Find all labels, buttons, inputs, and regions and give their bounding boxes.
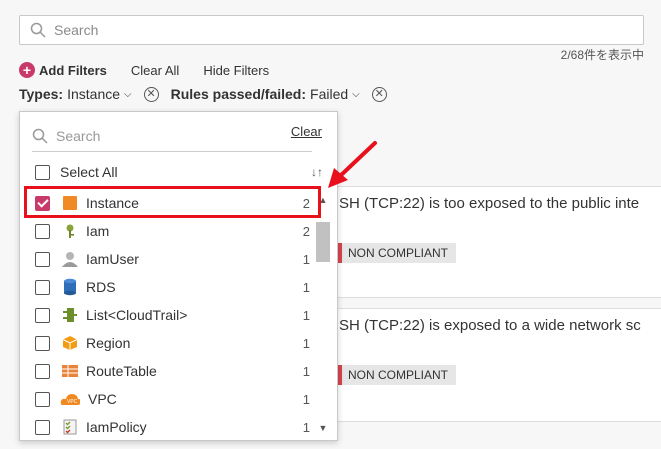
database-icon bbox=[60, 278, 80, 296]
result-card[interactable]: SH (TCP:22) is exposed to a wide network… bbox=[320, 308, 661, 422]
type-option-list-cloudtrail[interactable]: List<CloudTrail> 1 bbox=[20, 301, 316, 329]
card-title: SH (TCP:22) is too exposed to the public… bbox=[339, 195, 640, 212]
chevron-down-icon: ⌵ bbox=[124, 88, 132, 100]
scroll-down-icon[interactable]: ▼ bbox=[316, 422, 330, 434]
key-icon bbox=[60, 223, 80, 239]
types-filter-chip[interactable]: Types: Instance ⌵ bbox=[19, 86, 132, 102]
search-icon bbox=[30, 22, 46, 38]
annotation-arrow-icon bbox=[328, 141, 377, 188]
type-option-rds[interactable]: RDS 1 bbox=[20, 273, 316, 301]
option-count: 2 bbox=[302, 195, 310, 211]
type-option-routetable[interactable]: RouteTable 1 bbox=[20, 357, 316, 385]
checkbox[interactable] bbox=[35, 363, 50, 379]
select-all-checkbox[interactable] bbox=[35, 164, 50, 180]
option-label: Instance bbox=[86, 195, 139, 211]
types-filter-dropdown: Search Clear Select All ↓↑ Instance 2 Ia… bbox=[19, 111, 338, 441]
option-label: VPC bbox=[88, 391, 117, 407]
type-option-iampolicy[interactable]: IamPolicy 1 bbox=[20, 413, 316, 441]
option-count: 1 bbox=[302, 279, 310, 295]
status-badge: NON COMPLIANT bbox=[337, 243, 457, 263]
option-count: 1 bbox=[302, 307, 310, 323]
checkbox[interactable] bbox=[35, 391, 50, 407]
scroll-thumb[interactable] bbox=[316, 222, 330, 262]
select-all-label: Select All bbox=[60, 164, 118, 180]
active-filters: Types: Instance ⌵ ✕ Rules passed/failed:… bbox=[19, 86, 399, 102]
type-option-list: Instance 2 Iam 2 IamUser 1 RDS 1 List<Cl… bbox=[20, 189, 316, 441]
option-count: 1 bbox=[302, 251, 310, 267]
chip-label: Rules passed/failed: bbox=[170, 86, 307, 102]
policy-icon bbox=[60, 419, 80, 435]
vpc-icon: VPC bbox=[60, 391, 80, 407]
option-label: IamPolicy bbox=[86, 419, 147, 435]
chip-value: Instance bbox=[67, 86, 121, 102]
option-count: 1 bbox=[302, 391, 310, 407]
plus-icon: + bbox=[19, 62, 35, 78]
option-label: Region bbox=[86, 335, 131, 351]
option-label: RDS bbox=[86, 279, 116, 295]
card-title: SH (TCP:22) is exposed to a wide network… bbox=[339, 317, 641, 334]
result-card[interactable]: SH (TCP:22) is too exposed to the public… bbox=[320, 186, 661, 298]
rules-filter-chip[interactable]: Rules passed/failed: Failed ⌵ bbox=[171, 86, 360, 102]
option-count: 1 bbox=[302, 363, 310, 379]
dropdown-clear-button[interactable]: Clear bbox=[291, 124, 322, 139]
checkbox[interactable] bbox=[35, 279, 50, 295]
dropdown-search-input[interactable]: Search bbox=[32, 120, 312, 152]
clear-all-button[interactable]: Clear All bbox=[131, 63, 179, 78]
checkbox[interactable] bbox=[35, 223, 50, 239]
checkbox[interactable] bbox=[35, 335, 50, 351]
checkbox[interactable] bbox=[35, 251, 50, 267]
chevron-down-icon: ⌵ bbox=[352, 88, 360, 100]
option-count: 1 bbox=[302, 335, 310, 351]
option-label: List<CloudTrail> bbox=[86, 307, 188, 323]
status-label: NON COMPLIANT bbox=[348, 246, 449, 260]
region-icon bbox=[60, 335, 80, 351]
option-label: Iam bbox=[86, 223, 110, 239]
option-count: 2 bbox=[302, 223, 310, 239]
dropdown-scrollbar[interactable]: ▲ ▼ bbox=[316, 194, 330, 434]
user-icon bbox=[60, 251, 80, 267]
route-table-icon bbox=[60, 363, 80, 379]
option-label: RouteTable bbox=[86, 363, 157, 379]
add-filters-label: Add Filters bbox=[39, 62, 107, 78]
checkbox[interactable] bbox=[35, 419, 50, 435]
hide-filters-button[interactable]: Hide Filters bbox=[203, 63, 269, 78]
remove-types-filter-icon[interactable]: ✕ bbox=[143, 86, 159, 102]
results-count: 2/68件を表示中 bbox=[560, 48, 644, 62]
checkbox[interactable] bbox=[35, 195, 50, 211]
type-option-instance[interactable]: Instance 2 bbox=[20, 189, 316, 217]
type-option-region[interactable]: Region 1 bbox=[20, 329, 316, 357]
chip-label: Types: bbox=[19, 86, 64, 102]
select-all-option[interactable]: Select All bbox=[35, 164, 118, 180]
cloudtrail-icon bbox=[60, 307, 80, 323]
checkbox[interactable] bbox=[35, 307, 50, 323]
status-badge: NON COMPLIANT bbox=[337, 365, 457, 385]
svg-text:VPC: VPC bbox=[67, 399, 78, 405]
search-placeholder: Search bbox=[54, 22, 99, 38]
option-label: IamUser bbox=[86, 251, 139, 267]
scroll-up-icon[interactable]: ▲ bbox=[316, 194, 330, 206]
filter-actions: + Add Filters Clear All Hide Filters bbox=[19, 62, 269, 78]
type-option-iam[interactable]: Iam 2 bbox=[20, 217, 316, 245]
dropdown-search-placeholder: Search bbox=[56, 127, 101, 144]
status-label: NON COMPLIANT bbox=[348, 368, 449, 382]
option-count: 1 bbox=[302, 419, 310, 435]
remove-rules-filter-icon[interactable]: ✕ bbox=[371, 86, 387, 102]
type-option-vpc[interactable]: VPC VPC 1 bbox=[20, 385, 316, 413]
search-input[interactable]: Search bbox=[19, 15, 644, 45]
instance-icon bbox=[60, 195, 80, 211]
type-option-iamuser[interactable]: IamUser 1 bbox=[20, 245, 316, 273]
chip-value: Failed bbox=[310, 86, 349, 102]
add-filters-button[interactable]: + Add Filters bbox=[19, 62, 107, 78]
search-icon bbox=[32, 128, 48, 144]
